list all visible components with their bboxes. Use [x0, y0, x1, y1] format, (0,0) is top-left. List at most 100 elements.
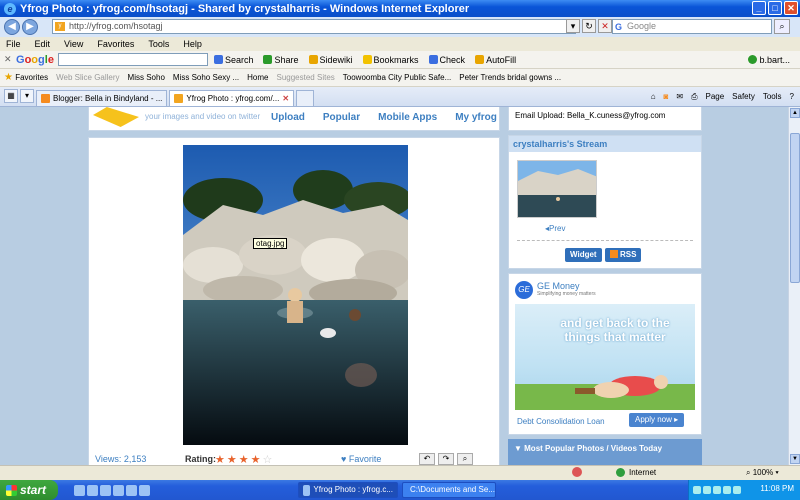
apply-now-button[interactable]: Apply now ▸	[629, 413, 685, 427]
google-search-button[interactable]: Search	[213, 55, 253, 65]
taskbar-item-yfrog[interactable]: Yfrog Photo : yfrog.c...	[298, 482, 398, 498]
menu-favorites[interactable]: Favorites	[97, 37, 134, 51]
search-input[interactable]: G Google	[612, 19, 772, 34]
zoom-icon[interactable]: ⌕	[457, 453, 473, 465]
ad-image[interactable]: and get back to the things that matter	[515, 304, 695, 410]
compat-view-icon[interactable]: ▾	[566, 19, 580, 33]
stream-title[interactable]: crystalharris's Stream	[509, 136, 701, 152]
toolbar-close-icon[interactable]: ✕	[4, 54, 16, 65]
quicklaunch-ie-icon[interactable]	[74, 484, 85, 496]
menu-file[interactable]: File	[6, 37, 21, 51]
search-go-icon[interactable]: ⌕	[774, 19, 790, 34]
main-photo[interactable]: otag.jpg	[183, 145, 408, 445]
close-button[interactable]: ✕	[784, 1, 798, 15]
reply-icon[interactable]: ↶	[419, 453, 435, 465]
star-empty-icon[interactable]: ☆	[263, 454, 275, 466]
tab-close-icon[interactable]: ✕	[282, 91, 289, 106]
tray-icon[interactable]	[723, 486, 731, 494]
safety-menu[interactable]: Safety	[732, 90, 755, 104]
mail-icon[interactable]: ✉	[676, 90, 683, 104]
favorites-button[interactable]: ★ Favorites	[4, 72, 48, 83]
tray-icon[interactable]	[733, 486, 741, 494]
menu-tools[interactable]: Tools	[148, 37, 169, 51]
nav-popular[interactable]: Popular	[323, 112, 360, 123]
google-bookmarks-button[interactable]: Bookmarks	[362, 55, 419, 65]
quick-tabs-icon[interactable]: ▦	[4, 89, 18, 103]
google-share-button[interactable]: Share	[263, 55, 299, 65]
tray-icon[interactable]	[713, 486, 721, 494]
fav-toowoomba[interactable]: Toowoomba City Public Safe...	[343, 73, 452, 82]
taskbar-item-explorer[interactable]: C:\Documents and Se...	[402, 482, 496, 498]
star-half-icon[interactable]: ★	[251, 454, 263, 466]
rss-button[interactable]: RSS	[605, 248, 642, 262]
favorite-button[interactable]: ♥ Favorite	[341, 454, 381, 464]
feeds-icon[interactable]: ◙	[664, 90, 669, 104]
home-icon[interactable]: ⌂	[651, 90, 656, 104]
back-button[interactable]: ◀	[4, 19, 20, 35]
email-upload-address[interactable]: Bella_K.cuness@yfrog.com	[567, 111, 665, 120]
clock[interactable]: 11:08 PM	[760, 484, 794, 493]
share-arrow-icon[interactable]: ↷	[438, 453, 454, 465]
star-icon[interactable]: ★	[239, 454, 251, 466]
quicklaunch-outlook-icon[interactable]	[113, 484, 124, 496]
stop-icon[interactable]: ✕	[598, 19, 612, 33]
tab-blogger-label: Blogger: Bella in Bindyland - ...	[53, 94, 163, 103]
print-icon[interactable]: ⎙	[691, 90, 697, 104]
google-user-menu[interactable]: b.bart...	[748, 55, 790, 65]
popular-title[interactable]: ▼ Most Popular Photos / Videos Today	[508, 439, 702, 458]
tab-list-icon[interactable]: ▾	[20, 89, 34, 103]
new-tab-button[interactable]	[296, 90, 315, 106]
tray-icon[interactable]	[703, 486, 711, 494]
tools-menu[interactable]: Tools	[763, 90, 782, 104]
google-sidewiki-button[interactable]: Sidewiki	[308, 55, 353, 65]
quicklaunch-word-icon[interactable]	[126, 484, 137, 496]
zoom-control[interactable]: ⌕ 100% ▾	[746, 468, 779, 478]
start-button[interactable]: start	[0, 480, 58, 500]
page-scrollbar[interactable]: ▲ ▼	[788, 107, 800, 465]
help-icon[interactable]: ?	[790, 90, 794, 104]
google-autofill-button[interactable]: AutoFill	[475, 55, 516, 65]
quicklaunch-media-icon[interactable]	[100, 484, 111, 496]
minimize-button[interactable]: _	[752, 1, 766, 15]
quicklaunch-desktop-icon[interactable]	[87, 484, 98, 496]
tab-bar: ▦ ▾ Blogger: Bella in Bindyland - ... Yf…	[0, 87, 800, 107]
star-icon[interactable]: ★	[227, 454, 239, 466]
star-icon[interactable]: ★	[215, 454, 227, 466]
ge-money-ad[interactable]: GE GE Money Simplifying money matters an…	[508, 273, 702, 435]
security-icon[interactable]	[572, 467, 582, 477]
maximize-button[interactable]: □	[768, 1, 782, 15]
tab-blogger[interactable]: Blogger: Bella in Bindyland - ...	[36, 90, 168, 106]
nav-mobile-apps[interactable]: Mobile Apps	[378, 112, 437, 123]
fav-suggested-sites[interactable]: Suggested Sites	[277, 73, 335, 82]
widget-button[interactable]: Widget	[565, 248, 602, 262]
nav-upload[interactable]: Upload	[271, 112, 305, 123]
fav-miss-soho[interactable]: Miss Soho	[128, 73, 165, 82]
ad-footer-link[interactable]: Debt Consolidation Loan	[517, 417, 605, 426]
page-menu[interactable]: Page	[705, 90, 724, 104]
stream-prev-link[interactable]: ◂Prev	[545, 224, 565, 233]
scroll-up-icon[interactable]: ▲	[790, 108, 800, 118]
fav-web-slice-gallery[interactable]: Web Slice Gallery	[56, 73, 119, 82]
yfrog-logo[interactable]	[93, 107, 139, 127]
refresh-icon[interactable]: ↻	[582, 19, 596, 33]
fav-home[interactable]: Home	[247, 73, 268, 82]
menu-view[interactable]: View	[64, 37, 83, 51]
forward-button[interactable]: ▶	[22, 19, 38, 35]
rating-stars[interactable]: ★★★★☆	[215, 453, 274, 466]
menu-edit[interactable]: Edit	[35, 37, 51, 51]
fav-peter-trends[interactable]: Peter Trends bridal gowns ...	[459, 73, 561, 82]
scroll-down-icon[interactable]: ▼	[790, 454, 800, 464]
stream-thumbnail[interactable]	[517, 160, 597, 218]
google-search-input[interactable]	[57, 53, 208, 66]
quicklaunch-excel-icon[interactable]	[139, 484, 150, 496]
address-bar[interactable]: y http://yfrog.com/hsotagj	[52, 19, 576, 34]
tray-icon[interactable]	[693, 486, 701, 494]
scrollbar-thumb[interactable]	[790, 133, 800, 283]
site-header: your images and video on twitter Upload …	[88, 107, 500, 131]
fav-miss-soho-sexy[interactable]: Miss Soho Sexy ...	[173, 73, 239, 82]
tab-yfrog[interactable]: Yfrog Photo : yfrog.com/... ✕	[169, 90, 295, 106]
google-check-button[interactable]: Check	[428, 55, 465, 65]
nav-my-yfrog[interactable]: My yfrog	[455, 112, 497, 123]
menu-help[interactable]: Help	[183, 37, 202, 51]
zone-label: Internet	[629, 468, 657, 477]
